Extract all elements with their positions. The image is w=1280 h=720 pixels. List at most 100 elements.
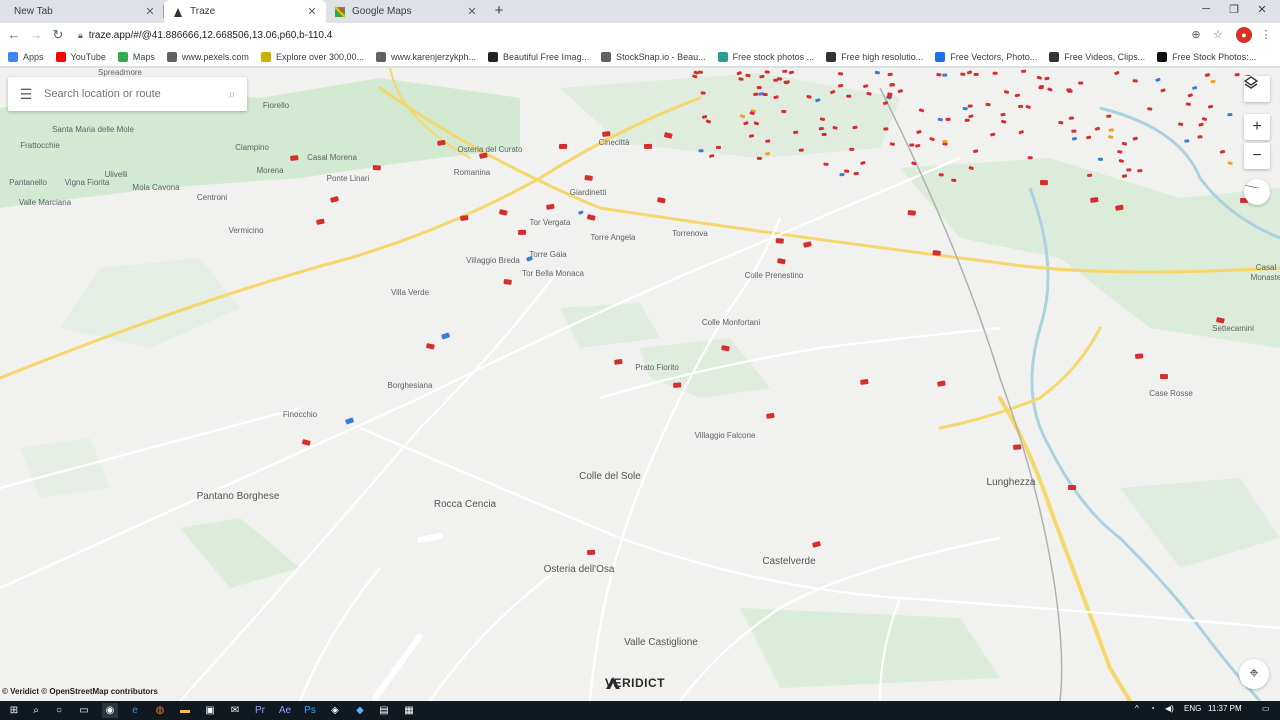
vehicle-marker[interactable] xyxy=(1047,87,1053,92)
vehicle-marker[interactable] xyxy=(736,71,742,76)
vehicle-marker[interactable] xyxy=(1001,119,1007,124)
vehicle-marker[interactable] xyxy=(992,71,998,75)
vehicle-marker[interactable] xyxy=(936,73,942,77)
vehicle-marker[interactable] xyxy=(1036,75,1043,80)
map-view[interactable]: Spreadmore Fiorello Santa Maria delle Mole… xyxy=(0,68,1280,701)
vehicle-marker[interactable] xyxy=(372,165,381,171)
vehicle-marker[interactable] xyxy=(1058,120,1064,125)
vehicle-marker[interactable] xyxy=(788,70,795,75)
back-icon[interactable]: ← xyxy=(6,27,22,43)
vehicle-marker[interactable] xyxy=(663,132,673,139)
vehicle-marker[interactable] xyxy=(1204,73,1211,77)
profile-avatar[interactable]: ● xyxy=(1236,27,1252,43)
bookmark-item[interactable]: www.karenjerzykph... xyxy=(376,51,476,62)
vehicle-marker[interactable] xyxy=(1086,135,1092,140)
vehicle-marker[interactable] xyxy=(909,143,915,147)
vehicle-marker[interactable] xyxy=(698,149,704,153)
vehicle-marker[interactable] xyxy=(1117,150,1123,154)
vehicle-marker[interactable] xyxy=(1184,139,1190,143)
vehicle-marker[interactable] xyxy=(1227,161,1233,166)
vehicle-marker[interactable] xyxy=(756,156,762,160)
vehicle-marker[interactable] xyxy=(815,98,821,103)
vehicle-marker[interactable] xyxy=(1108,128,1114,132)
vehicle-marker[interactable] xyxy=(1000,112,1006,117)
cortana-icon[interactable]: ○ xyxy=(51,703,67,718)
vehicle-marker[interactable] xyxy=(437,139,446,146)
vehicle-marker[interactable] xyxy=(832,125,838,130)
bookmark-item[interactable]: StockSnap.io - Beau... xyxy=(601,51,706,62)
vehicle-marker[interactable] xyxy=(765,139,771,143)
vehicle-marker[interactable] xyxy=(777,258,786,265)
vehicle-marker[interactable] xyxy=(290,155,299,161)
vehicle-marker[interactable] xyxy=(748,134,755,138)
bookmark-item[interactable]: Free Vectors, Photo... xyxy=(935,51,1037,62)
vehicle-marker[interactable] xyxy=(1114,71,1120,76)
vehicle-marker[interactable] xyxy=(1078,81,1084,85)
vehicle-marker[interactable] xyxy=(499,209,508,216)
vehicle-marker[interactable] xyxy=(860,378,869,385)
vehicle-marker[interactable] xyxy=(743,121,749,126)
vehicle-marker[interactable] xyxy=(773,95,779,100)
bookmark-item[interactable]: Maps xyxy=(117,51,155,62)
close-icon[interactable]: ✕ xyxy=(144,5,156,18)
photoshop-icon[interactable]: Ps xyxy=(302,703,318,718)
vehicle-marker[interactable] xyxy=(1067,89,1073,93)
vehicle-marker[interactable] xyxy=(1003,90,1010,94)
vehicle-marker[interactable] xyxy=(990,132,996,137)
chrome-icon[interactable]: ◉ xyxy=(102,703,118,718)
vehicle-marker[interactable] xyxy=(883,127,889,131)
file-explorer-icon[interactable]: ▬ xyxy=(177,703,193,718)
vehicle-marker[interactable] xyxy=(1067,485,1076,491)
vehicle-marker[interactable] xyxy=(587,549,596,555)
vehicle-marker[interactable] xyxy=(759,74,765,79)
vehicle-marker[interactable] xyxy=(700,91,706,95)
vehicle-marker[interactable] xyxy=(1021,69,1027,73)
vehicle-marker[interactable] xyxy=(1201,117,1208,121)
new-tab-button[interactable]: + xyxy=(491,3,507,19)
vehicle-marker[interactable] xyxy=(753,92,759,96)
hamburger-menu-icon[interactable]: ☰ xyxy=(8,86,44,103)
vehicle-marker[interactable] xyxy=(586,214,596,221)
vehicle-marker[interactable] xyxy=(1187,93,1193,98)
vehicle-marker[interactable] xyxy=(426,343,435,350)
vehicle-marker[interactable] xyxy=(302,439,311,446)
vehicle-marker[interactable] xyxy=(945,117,951,121)
vehicle-marker[interactable] xyxy=(673,382,682,388)
vehicle-marker[interactable] xyxy=(775,238,784,244)
edge-icon[interactable]: e xyxy=(127,703,143,718)
vehicle-marker[interactable] xyxy=(1210,79,1216,84)
vehicle-marker[interactable] xyxy=(1068,116,1074,120)
vehicle-marker[interactable] xyxy=(942,73,948,77)
vehicle-marker[interactable] xyxy=(781,109,787,113)
close-icon[interactable]: ✕ xyxy=(466,5,478,18)
search-icon[interactable]: ⌕ xyxy=(217,87,247,102)
vehicle-marker[interactable] xyxy=(812,541,821,548)
vehicle-marker[interactable] xyxy=(657,197,666,204)
vehicle-marker[interactable] xyxy=(942,140,948,144)
vehicle-marker[interactable] xyxy=(764,70,770,74)
vehicle-marker[interactable] xyxy=(1044,76,1050,81)
vehicle-marker[interactable] xyxy=(1118,159,1125,163)
vehicle-marker[interactable] xyxy=(753,121,760,126)
app-icon[interactable]: ▦ xyxy=(401,703,417,718)
vehicle-marker[interactable] xyxy=(479,152,488,159)
vehicle-marker[interactable] xyxy=(584,175,593,181)
vehicle-marker[interactable] xyxy=(803,241,812,248)
vehicle-marker[interactable] xyxy=(897,89,904,93)
vehicle-marker[interactable] xyxy=(546,203,555,210)
vehicle-marker[interactable] xyxy=(701,115,708,119)
vehicle-marker[interactable] xyxy=(852,125,858,130)
address-bar[interactable]: 🔒︎ traze.app/#/@41.886666,12.668506,13.0… xyxy=(78,26,1228,44)
vehicle-marker[interactable] xyxy=(739,114,746,119)
vehicle-marker[interactable] xyxy=(1014,93,1020,98)
vehicle-marker[interactable] xyxy=(938,173,944,177)
vehicle-marker[interactable] xyxy=(1216,317,1225,324)
firefox-icon[interactable]: ◍ xyxy=(152,703,168,718)
vehicle-marker[interactable] xyxy=(960,72,966,76)
notepad-icon[interactable]: ▤ xyxy=(376,703,392,718)
vehicle-marker[interactable] xyxy=(709,154,715,158)
vehicle-marker[interactable] xyxy=(985,102,991,107)
vehicle-marker[interactable] xyxy=(837,72,844,76)
vehicle-marker[interactable] xyxy=(1147,107,1153,111)
forward-icon[interactable]: → xyxy=(28,27,44,43)
